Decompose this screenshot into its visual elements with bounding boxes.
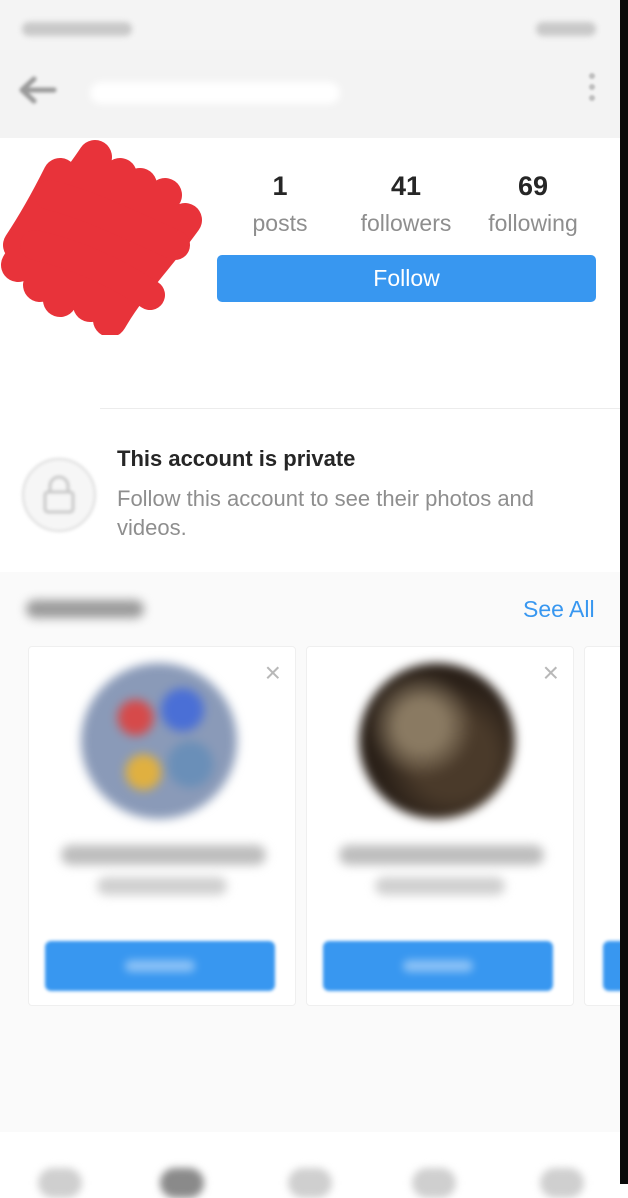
private-description: Follow this account to see their photos … <box>117 486 535 540</box>
suggested-follow-button[interactable] <box>45 941 275 991</box>
private-title: This account is private <box>117 446 356 471</box>
suggested-section: See All × × <box>0 572 628 1132</box>
following-number: 69 <box>517 171 549 201</box>
followers-label: followers <box>360 210 452 236</box>
close-icon[interactable]: × <box>543 659 559 687</box>
nav-search-icon[interactable] <box>160 1168 204 1198</box>
close-icon[interactable]: × <box>265 659 281 687</box>
status-bar <box>0 0 628 50</box>
nav-add-icon[interactable] <box>288 1168 332 1198</box>
lock-icon <box>22 458 96 532</box>
posts-count: 1 posts <box>220 168 340 238</box>
bottom-navigation <box>0 1132 628 1198</box>
suggested-follow-button[interactable] <box>323 941 553 991</box>
more-options-icon[interactable] <box>582 68 602 112</box>
screen-edge <box>620 0 628 1184</box>
followers-number: 41 <box>390 171 422 201</box>
suggested-username-blurred <box>61 845 266 865</box>
divider <box>100 408 628 409</box>
top-app-bar <box>0 50 628 138</box>
see-all-link[interactable]: See All <box>523 596 595 623</box>
suggested-username-blurred <box>339 845 544 865</box>
suggested-label-blurred <box>26 600 144 618</box>
suggested-subtitle-blurred <box>375 877 505 895</box>
profile-avatar-redacted <box>0 135 215 337</box>
nav-home-icon[interactable] <box>38 1168 82 1198</box>
status-indicators-blurred <box>536 22 596 36</box>
posts-number: 1 <box>272 171 288 201</box>
suggested-avatar[interactable] <box>359 663 515 819</box>
followers-count[interactable]: 41 followers <box>346 168 466 238</box>
following-count[interactable]: 69 following <box>473 168 593 238</box>
posts-label: posts <box>252 210 308 236</box>
private-account-notice: This account is private Follow this acco… <box>0 410 628 570</box>
following-label: following <box>488 210 578 236</box>
suggested-card: × <box>28 646 296 1006</box>
status-time-blurred <box>22 22 132 36</box>
username-blurred <box>90 82 340 104</box>
back-arrow-icon[interactable] <box>14 70 60 110</box>
suggested-subtitle-blurred <box>97 877 227 895</box>
suggested-avatar[interactable] <box>81 663 237 819</box>
nav-activity-icon[interactable] <box>412 1168 456 1198</box>
follow-button[interactable]: Follow <box>217 255 596 302</box>
suggested-card: × <box>306 646 574 1006</box>
nav-profile-icon[interactable] <box>540 1168 584 1198</box>
